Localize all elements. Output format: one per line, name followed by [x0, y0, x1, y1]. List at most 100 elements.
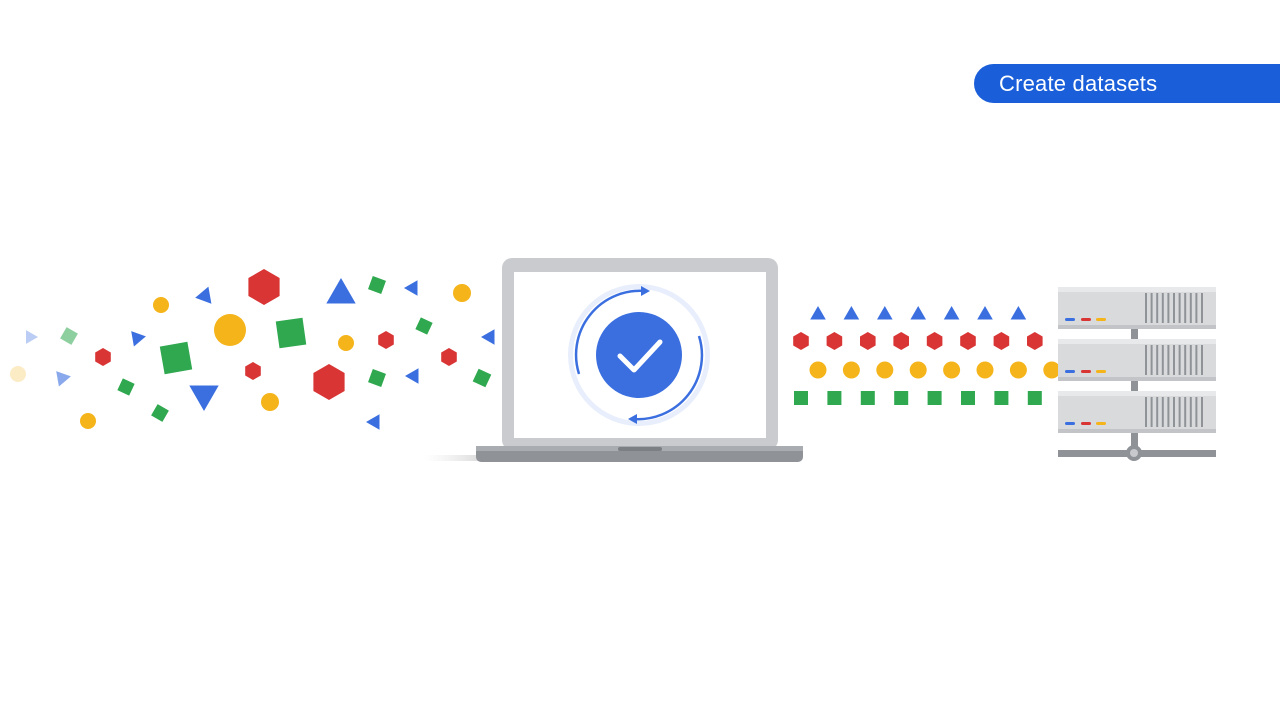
hexagon-shape: [248, 269, 280, 305]
vent-slot: [1150, 293, 1153, 323]
circle-shape: [876, 361, 894, 379]
hexagon-shape: [441, 348, 457, 366]
vent-slot: [1195, 293, 1198, 323]
triangle-shape: [189, 385, 219, 411]
circle-shape: [10, 366, 26, 382]
circle-shape: [338, 335, 354, 351]
circle-shape: [80, 413, 96, 429]
triangle-shape: [195, 286, 212, 304]
hexagon-shape: [378, 331, 394, 349]
vent-slot: [1189, 293, 1192, 323]
status-light-yellow: [1096, 422, 1106, 425]
hexagon-shape: [893, 332, 909, 350]
server-unit: [1058, 391, 1216, 433]
square-shape: [368, 369, 386, 387]
vent-slot: [1201, 345, 1203, 375]
server-unit: [1058, 287, 1216, 329]
square-shape: [927, 391, 942, 405]
triangle-shape: [405, 368, 419, 384]
vent-slot: [1184, 397, 1187, 427]
hexagon-shape: [793, 332, 809, 350]
square-shape: [275, 317, 307, 349]
square-shape: [961, 391, 975, 405]
vent-slot: [1173, 397, 1175, 427]
vent-slot: [1173, 345, 1175, 375]
server-unit-top: [1058, 391, 1216, 396]
square-shape: [60, 327, 78, 345]
square-shape: [117, 378, 135, 396]
server-unit-bottom: [1058, 325, 1216, 329]
server-unit-top: [1058, 287, 1216, 292]
square-shape: [827, 391, 842, 405]
vent-slot: [1178, 345, 1181, 375]
triangle-shape: [131, 331, 146, 347]
status-light-yellow: [1096, 318, 1106, 321]
circle-shape: [214, 314, 246, 346]
vent-slot: [1201, 293, 1203, 323]
vent-slot: [1156, 397, 1159, 427]
square-shape: [794, 391, 808, 405]
vent-slot: [1161, 293, 1164, 323]
square-shape: [994, 391, 1009, 405]
vent-slot: [1189, 397, 1192, 427]
triangle-shape: [977, 306, 993, 320]
vent-slot: [1195, 345, 1198, 375]
hexagon-shape: [245, 362, 261, 380]
triangle-shape: [810, 306, 826, 320]
status-light-red: [1081, 422, 1091, 425]
status-light-yellow: [1096, 370, 1106, 373]
raw-data-shapes: [10, 269, 495, 430]
triangle-shape: [366, 414, 380, 430]
vent-slot: [1167, 293, 1170, 323]
status-light-red: [1081, 370, 1091, 373]
triangle-shape: [1010, 306, 1027, 320]
vent-slot: [1156, 345, 1159, 375]
triangle-shape: [843, 306, 860, 320]
status-light-blue: [1065, 370, 1075, 373]
vent-slot: [1145, 293, 1147, 323]
hexagon-shape: [860, 332, 876, 350]
vent-slot: [1145, 345, 1147, 375]
vent-slot: [1201, 397, 1203, 427]
square-shape: [1027, 391, 1042, 405]
circle-shape: [1009, 361, 1027, 379]
square-shape: [159, 341, 193, 375]
square-shape: [151, 404, 169, 422]
vent-slot: [1178, 293, 1181, 323]
vent-slot: [1167, 397, 1170, 427]
hexagon-shape: [926, 332, 943, 350]
triangle-shape: [877, 306, 893, 320]
server-rack-icon: [1058, 287, 1216, 461]
laptop-icon: [425, 258, 803, 462]
square-shape: [368, 276, 386, 294]
hexagon-shape: [960, 332, 976, 350]
server-unit: [1058, 339, 1216, 381]
vent-slot: [1150, 397, 1153, 427]
server-unit-top: [1058, 339, 1216, 344]
hexagon-shape: [993, 332, 1010, 350]
status-light-blue: [1065, 318, 1075, 321]
vent-slot: [1156, 293, 1159, 323]
vent-slot: [1184, 293, 1187, 323]
hexagon-shape: [95, 348, 111, 366]
circle-shape: [976, 361, 994, 379]
check-circle-icon: [596, 312, 682, 398]
server-unit-bottom: [1058, 429, 1216, 433]
vent-slot: [1184, 345, 1187, 375]
vent-slot: [1189, 345, 1192, 375]
square-shape: [894, 391, 909, 405]
vent-slot: [1195, 397, 1198, 427]
status-light-blue: [1065, 422, 1075, 425]
rack-hub-center: [1130, 449, 1138, 457]
structured-data-rows: [793, 306, 1061, 405]
square-shape: [860, 391, 875, 405]
circle-shape: [453, 284, 471, 302]
triangle-shape: [481, 329, 495, 345]
square-shape: [472, 368, 492, 388]
circle-shape: [809, 361, 827, 379]
triangle-shape: [404, 280, 418, 296]
vent-slot: [1145, 397, 1147, 427]
vent-slot: [1161, 397, 1164, 427]
vent-slot: [1167, 345, 1170, 375]
circle-shape: [842, 361, 860, 379]
